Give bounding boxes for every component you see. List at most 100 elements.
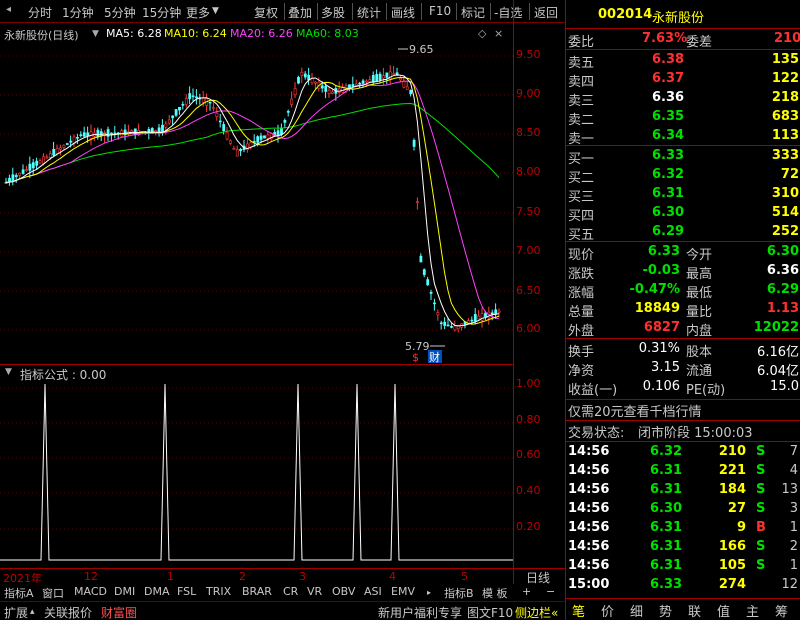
tab-cr[interactable]: CR [281, 585, 300, 598]
tab-window[interactable]: 窗口 [40, 585, 66, 601]
quote-tab[interactable]: 笔 [572, 601, 585, 620]
ma-dropdown-icon[interactable]: ▼ [92, 29, 99, 39]
tab-emv[interactable]: EMV [389, 585, 417, 598]
stat2-row: 收益(一) 0.106 PE(动) 15.0 [566, 378, 800, 398]
toolbar-btn-biaoji[interactable]: 标记 [461, 4, 485, 21]
tab-zhibiao-b[interactable]: 指标B [442, 585, 476, 601]
collapse-icon[interactable]: ◂ [6, 4, 11, 15]
wealth-circle-button[interactable]: 财富圈 [101, 604, 137, 620]
toolbar-tab-15min[interactable]: 15分钟 [142, 4, 181, 21]
tick-volume: 274 [718, 577, 746, 592]
level2-promo[interactable]: 仅需20元查看千档行情 [566, 400, 800, 420]
stat-value: -0.03 [642, 263, 680, 278]
toolbar-tab-5min[interactable]: 5分钟 [104, 4, 136, 21]
tick-count: 2 [789, 539, 798, 554]
tick-volume: 184 [718, 482, 746, 497]
expand-button[interactable]: 扩展 [4, 604, 28, 620]
quote-tab[interactable]: 主 [746, 601, 759, 620]
quote-tab[interactable]: 值 [717, 601, 730, 620]
weibi-label: 委比 [568, 35, 595, 50]
quote-panel: 002014 永新股份 委比 7.63% 委差 210 仅需20元查看千档行情 … [565, 0, 800, 620]
toolbar-btn-huaxian[interactable]: 画线 [391, 4, 415, 21]
new-user-promo[interactable]: 新用户福利专享 [378, 604, 462, 620]
tick-side: S [756, 482, 766, 497]
quote-tab[interactable]: 细 [630, 601, 643, 620]
tick-row: 14:56 6.31 184 S 13 [566, 481, 800, 500]
tab-remove[interactable]: − [544, 585, 557, 598]
stat-value: 0.106 [642, 379, 680, 394]
f10-button[interactable]: 图文F10 [467, 604, 513, 620]
bid-label: 买三 [568, 190, 595, 205]
quote-tab[interactable]: 筹 [775, 601, 788, 620]
tab-template[interactable]: 模 板 [480, 585, 510, 601]
toolbar-tab-1min[interactable]: 1分钟 [62, 4, 94, 21]
related-quote-button[interactable]: 关联报价 [44, 604, 92, 620]
tab-dma[interactable]: DMA [142, 585, 172, 598]
toolbar-btn-tongji[interactable]: 统计 [357, 4, 381, 21]
stat-label: 量比 [686, 305, 713, 320]
stat-value: 18849 [634, 301, 680, 316]
bid-label: 买四 [568, 209, 595, 224]
indicator-tick: 0.60 [516, 448, 541, 461]
bid-row: 买一 6.33 333 [566, 147, 800, 167]
indicator-title: 指标公式 : 0.00 [20, 368, 107, 382]
indicator-chart[interactable] [0, 382, 513, 568]
tick-side: B [756, 520, 766, 535]
tab-obv[interactable]: OBV [330, 585, 357, 598]
tick-volume: 9 [736, 520, 746, 535]
tick-count: 3 [789, 501, 798, 516]
indicator-tick: 0.40 [516, 484, 541, 497]
sidebar-button[interactable]: 侧边栏« [515, 604, 558, 620]
tick-side: S [756, 444, 766, 459]
ask-volume: 113 [771, 128, 799, 143]
stat-row: 总量 18849 量比 1.13 [566, 300, 800, 320]
toolbar-tab-fenshi[interactable]: 分时 [28, 4, 52, 21]
bid-price: 6.33 [652, 148, 685, 163]
date-label: 4 [389, 570, 396, 583]
stat-label: 涨跌 [568, 267, 595, 282]
trade-status-value: 闭市阶段 15:00:03 [638, 426, 753, 441]
tab-zhibiao-a[interactable]: 指标A [2, 585, 36, 601]
ma10-label: MA10: 6.24 [164, 27, 227, 40]
ask-price: 6.36 [652, 90, 685, 105]
kline-chart[interactable]: 9.65 5.79 $ 财 [0, 43, 513, 364]
ask-volume: 218 [771, 90, 799, 105]
toolbar-btn-fuquan[interactable]: 复权 [254, 4, 278, 21]
tab-fsl[interactable]: FSL [175, 585, 198, 598]
toolbar-btn-diejia[interactable]: 叠加 [288, 4, 312, 21]
stock-code: 002014 [598, 7, 653, 22]
price-tick: 7.00 [516, 244, 541, 257]
tick-volume: 27 [727, 501, 746, 516]
tick-count: 7 [789, 444, 798, 459]
close-icon[interactable]: × [494, 27, 503, 40]
toolbar-btn-duogu[interactable]: 多股 [321, 4, 345, 21]
tab-vr[interactable]: VR [305, 585, 324, 598]
level2-promo-text[interactable]: 仅需20元查看千档行情 [568, 401, 702, 420]
dividend-icon[interactable]: $ [412, 351, 419, 364]
ask-label: 卖四 [568, 75, 595, 90]
toolbar-btn-f10[interactable]: F10 [429, 4, 451, 18]
ask-label: 卖三 [568, 94, 595, 109]
tick-row: 14:56 6.31 221 S 4 [566, 462, 800, 481]
expand-arrow-icon[interactable]: ▴ [30, 607, 35, 617]
tab-scroll-icon[interactable]: ▸ [425, 588, 433, 597]
price-tick: 6.00 [516, 322, 541, 335]
quote-tab[interactable]: 势 [659, 601, 672, 620]
quote-tab[interactable]: 联 [688, 601, 701, 620]
quote-tab[interactable]: 价 [601, 601, 614, 620]
tab-macd[interactable]: MACD [72, 585, 109, 598]
tab-add[interactable]: + [520, 585, 533, 598]
diamond-icon[interactable]: ◇ [478, 27, 486, 40]
tick-row: 14:56 6.32 210 S 7 [566, 443, 800, 462]
toolbar-tab-more[interactable]: 更多 [186, 4, 210, 21]
tick-price: 6.31 [650, 558, 683, 573]
ma5-label: MA5: 6.28 [106, 27, 162, 40]
stock-chart-title: 永新股份(日线) [4, 29, 79, 42]
indicator-dropdown-icon[interactable]: ▼ [5, 367, 12, 377]
more-dropdown-icon[interactable]: ▼ [212, 6, 219, 16]
tab-brar[interactable]: BRAR [240, 585, 274, 598]
tab-dmi[interactable]: DMI [112, 585, 137, 598]
tab-asi[interactable]: ASI [362, 585, 384, 598]
tab-trix[interactable]: TRIX [204, 585, 233, 598]
weicha-label: 委差 [686, 35, 713, 50]
